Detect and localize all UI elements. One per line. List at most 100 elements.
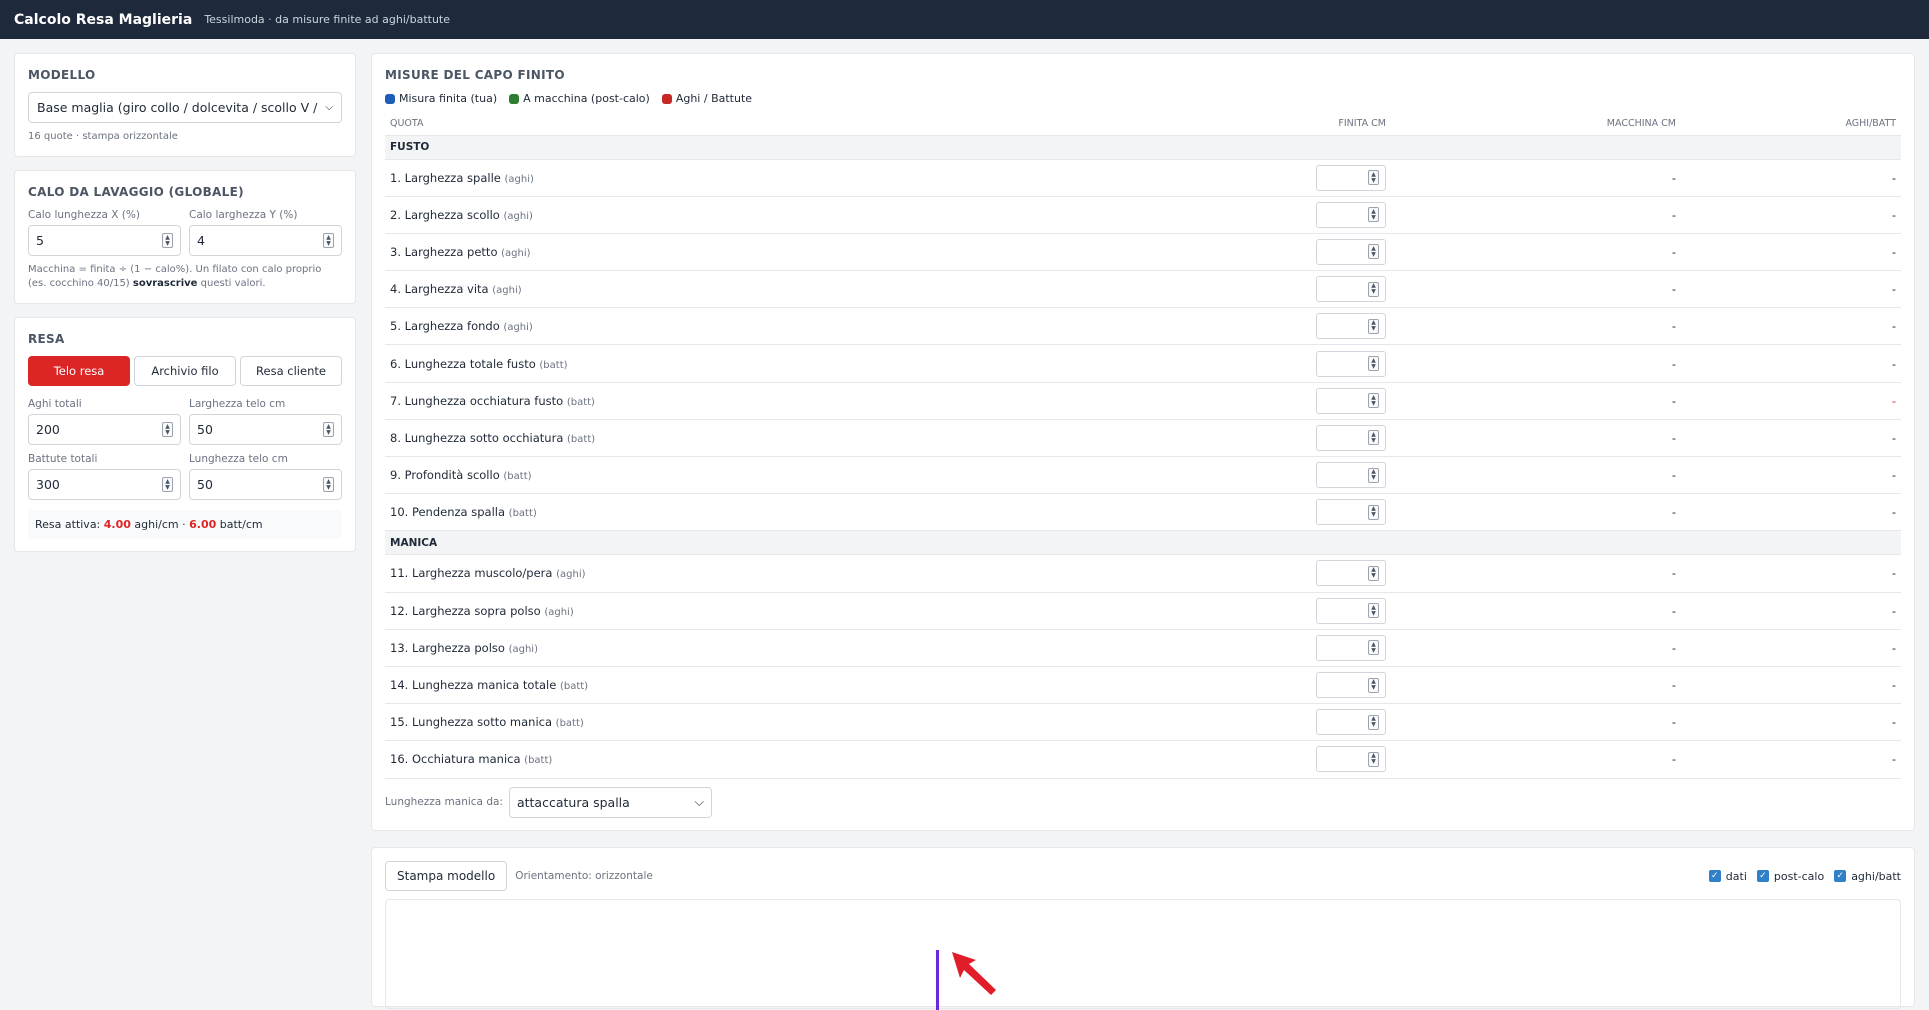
checkbox-checked-icon[interactable]: ✓ [1708,870,1721,882]
green-dot-icon [509,93,520,104]
aghi-batt-cell: - [1681,270,1901,309]
spinner-icon[interactable]: ▲ ▼ [1368,504,1379,520]
quota-unit: (batt) [503,471,532,483]
quota-label: 11. Larghezza muscolo/pera [390,566,553,581]
tab-telo-resa[interactable]: Telo resa [28,356,130,386]
finita-input[interactable]: ▲ ▼ [1316,350,1386,377]
macchina-cell: - [1391,629,1681,667]
macchina-cell: - [1391,270,1681,309]
spinner-icon[interactable]: ▲ ▼ [1368,640,1379,656]
finita-input[interactable]: ▲ ▼ [1316,597,1386,624]
quota-label: 8. Lunghezza sotto occhiatura [390,430,564,445]
finita-input[interactable]: ▲ ▼ [1316,634,1386,661]
finita-input[interactable]: ▲ ▼ [1316,276,1386,303]
quota-label: 9. Profondità scollo [390,468,500,483]
check-dati[interactable]: ✓ dati [1708,870,1747,883]
arrow-icon [952,952,996,995]
manica-select[interactable]: attaccatura spalla ⌵ [508,786,712,818]
check-post-calo[interactable]: ✓ post-calo [1756,870,1824,883]
quota-cell: 8. Lunghezza sotto occhiatura (batt) [385,419,1211,458]
calo-x-input[interactable]: 5 ▲ ▼ [28,225,181,256]
spinner-icon[interactable]: ▲ ▼ [1368,281,1379,297]
stampa-modello-button[interactable]: Stampa modello [385,861,508,891]
quota-cell: 16. Occhiatura manica (batt) [385,740,1211,779]
finita-input[interactable]: ▲ ▼ [1316,313,1386,340]
legend-item: Misura finita (tua) [385,92,497,105]
calo-y-label: Calo larghezza Y (%) [189,209,298,221]
spinner-icon[interactable]: ▲ ▼ [323,477,334,492]
finita-input[interactable]: ▲ ▼ [1316,499,1386,526]
quota-unit: (aghi) [503,322,533,334]
chevron-down-icon: ⌵ [325,102,333,113]
check-aghi-batt[interactable]: ✓ aghi/batt [1834,870,1901,883]
checkbox-checked-icon[interactable]: ✓ [1756,870,1769,882]
finita-input[interactable]: ▲ ▼ [1316,387,1386,414]
macchina-cell: - [1391,233,1681,272]
misure-card: MISURE DEL CAPO FINITO Misura finita (tu… [371,53,1915,831]
spinner-icon[interactable]: ▲ ▼ [1368,714,1379,730]
spinner-icon[interactable]: ▲ ▼ [1368,603,1379,619]
section-row: MANICA [385,530,1901,556]
tab-resa-cliente[interactable]: Resa cliente [240,356,342,386]
spinner-icon[interactable]: ▲ ▼ [162,422,173,437]
spinner-icon[interactable]: ▲ ▼ [323,233,334,248]
finita-input[interactable]: ▲ ▼ [1316,164,1386,191]
spinner-icon[interactable]: ▲ ▼ [1368,467,1379,483]
aghi-cm-unit: aghi/cm · [134,518,186,531]
calo-card: CALO DA LAVAGGIO (GLOBALE) Calo lunghezz… [14,170,356,304]
spinner-icon[interactable]: ▲ ▼ [1368,751,1379,767]
table-row: 3. Larghezza petto (aghi) ▲ ▼ - - [385,233,1901,272]
checkbox-checked-icon[interactable]: ✓ [1834,870,1847,882]
macchina-cell: - [1391,592,1681,630]
quota-label: 6. Lunghezza totale fusto [390,356,536,371]
finita-input[interactable]: ▲ ▼ [1316,238,1386,265]
modello-select-value: Base maglia (giro collo / dolcevita / sc… [37,100,321,115]
finita-cell: ▲ ▼ [1211,196,1391,234]
quota-unit: (batt) [567,433,596,445]
spinner-icon[interactable]: ▲ ▼ [323,422,334,437]
quota-unit: (batt) [555,718,584,730]
macchina-cell: - [1391,159,1681,197]
resa-title: RESA [28,332,65,346]
spinner-icon[interactable]: ▲ ▼ [1368,170,1379,186]
finita-input[interactable]: ▲ ▼ [1316,746,1386,773]
spinner-icon[interactable]: ▲ ▼ [1368,244,1379,260]
table-row: 2. Larghezza scollo (aghi) ▲ ▼ - - [385,196,1901,234]
finita-input[interactable]: ▲ ▼ [1316,560,1386,587]
lunghezza-telo-input[interactable]: 50 ▲ ▼ [189,469,342,500]
macchina-cell: - [1391,740,1681,779]
finita-input[interactable]: ▲ ▼ [1316,672,1386,699]
finita-input[interactable]: ▲ ▼ [1316,709,1386,736]
modello-select[interactable]: Base maglia (giro collo / dolcevita / sc… [28,92,342,123]
spinner-icon[interactable]: ▲ ▼ [1368,207,1379,223]
spinner-icon[interactable]: ▲ ▼ [1368,318,1379,334]
spinner-icon[interactable]: ▲ ▼ [1368,677,1379,693]
quota-label: 16. Occhiatura manica [390,752,521,767]
spinner-icon[interactable]: ▲ ▼ [162,477,173,492]
spinner-icon[interactable]: ▲ ▼ [1368,393,1379,409]
chevron-down-icon: ⌵ [694,794,704,809]
spinner-icon[interactable]: ▲ ▼ [1368,430,1379,446]
calo-y-input[interactable]: 4 ▲ ▼ [189,225,342,256]
spinner-icon[interactable]: ▲ ▼ [1368,565,1379,581]
table-row: 14. Lunghezza manica totale (batt) ▲ ▼ - - [385,666,1901,705]
aghi-totali-label: Aghi totali [28,398,82,410]
stampa-bar: Stampa modello Orientamento: orizzontale… [385,861,1901,891]
spinner-icon[interactable]: ▲ ▼ [1368,356,1379,372]
tab-archivio-filo[interactable]: Archivio filo [134,356,236,386]
stampa-checks: ✓ dati ✓ post-calo ✓ aghi/batt [1708,870,1901,883]
spinner-icon[interactable]: ▲ ▼ [162,233,173,248]
sidebar: MODELLO Base maglia (giro collo / dolcev… [14,53,356,565]
finita-cell: ▲ ▼ [1211,456,1391,495]
larghezza-telo-input[interactable]: 50 ▲ ▼ [189,414,342,445]
misure-table: QUOTA FINITA CM MACCHINA CM AGHI/BATT FU… [385,113,1901,779]
finita-input[interactable]: ▲ ▼ [1316,424,1386,451]
legend: Misura finita (tua) A macchina (post-cal… [385,92,1901,105]
aghi-totali-input[interactable]: 200 ▲ ▼ [28,414,181,445]
finita-input[interactable]: ▲ ▼ [1316,201,1386,228]
finita-input[interactable]: ▲ ▼ [1316,462,1386,489]
quota-unit: (aghi) [501,247,531,259]
macchina-cell: - [1391,703,1681,742]
battute-totali-input[interactable]: 300 ▲ ▼ [28,469,181,500]
table-row: 16. Occhiatura manica (batt) ▲ ▼ - - [385,740,1901,779]
